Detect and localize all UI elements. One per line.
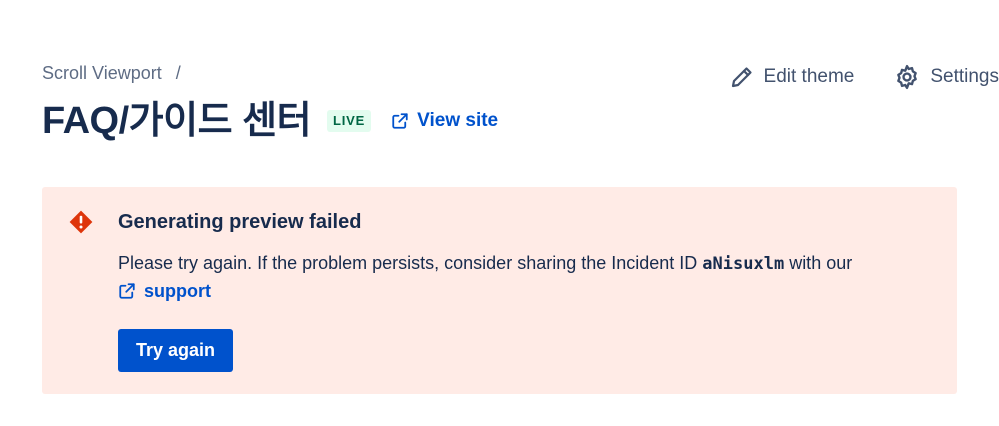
error-panel: Generating preview failed Please try aga… (42, 187, 957, 394)
view-site-label: View site (417, 110, 499, 131)
page: Scroll Viewport / FAQ/가이드 센터 LIVE View s… (0, 0, 999, 426)
external-link-icon (392, 113, 408, 129)
edit-theme-label: Edit theme (763, 66, 855, 87)
breadcrumb: Scroll Viewport / (42, 63, 181, 84)
external-link-icon (119, 283, 135, 299)
error-diamond-icon (69, 210, 93, 234)
breadcrumb-link-scroll-viewport[interactable]: Scroll Viewport (42, 63, 162, 84)
settings-label: Settings (930, 66, 999, 87)
try-again-button[interactable]: Try again (118, 329, 233, 372)
support-link[interactable]: support (118, 277, 211, 305)
breadcrumb-separator: / (175, 63, 181, 83)
error-title: Generating preview failed (118, 211, 362, 233)
edit-theme-button[interactable]: Edit theme (730, 65, 855, 89)
status-badge: LIVE (327, 110, 372, 132)
error-message-text: Please try again. If the problem persist… (118, 253, 703, 273)
header-actions: Edit theme Settings (730, 64, 999, 90)
incident-id: aNisuxlm (702, 254, 785, 274)
error-message: Please try again. If the problem persist… (118, 249, 938, 278)
support-label: support (144, 281, 211, 301)
title-row: FAQ/가이드 센터 LIVE View site (42, 98, 498, 144)
gear-icon (897, 64, 918, 90)
settings-button[interactable]: Settings (894, 64, 999, 90)
pencil-icon (731, 67, 752, 88)
page-title: FAQ/가이드 센터 (42, 100, 312, 142)
view-site-link[interactable]: View site (391, 110, 498, 132)
error-message-suffix: with our (784, 253, 853, 273)
